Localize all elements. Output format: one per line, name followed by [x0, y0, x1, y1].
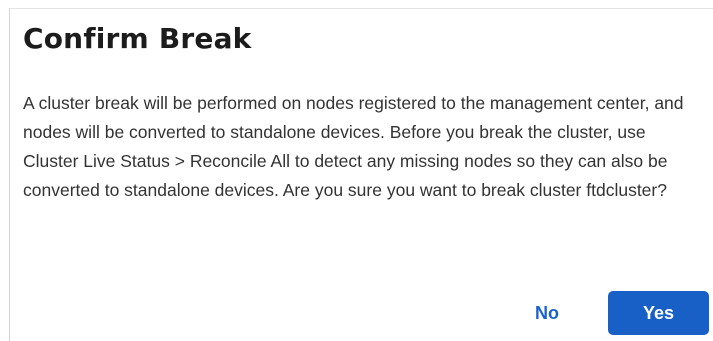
yes-button[interactable]: Yes [608, 291, 709, 335]
confirm-break-dialog: Confirm Break A cluster break will be pe… [9, 8, 713, 341]
no-button[interactable]: No [515, 291, 579, 335]
dialog-message: A cluster break will be performed on nod… [23, 93, 684, 200]
dialog-title: Confirm Break [23, 22, 252, 55]
